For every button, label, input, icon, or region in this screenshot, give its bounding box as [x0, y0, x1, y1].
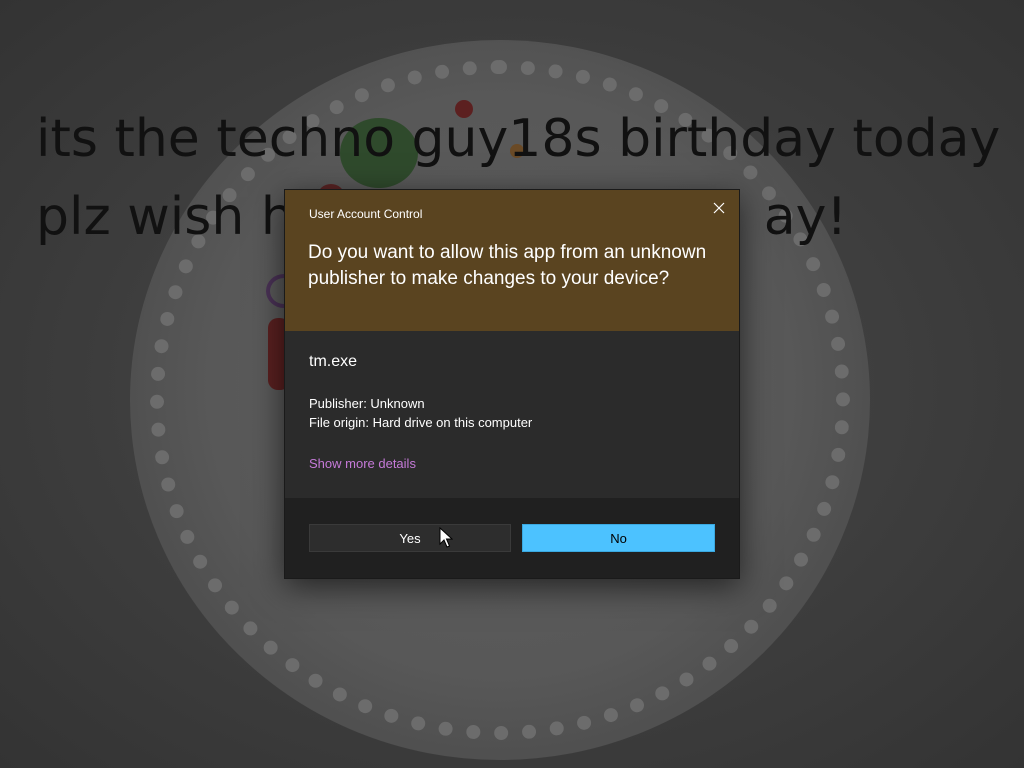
- birthday-message-line2-end: ay!: [763, 187, 848, 247]
- app-name: tm.exe: [309, 353, 358, 370]
- publisher-info: Publisher: Unknown: [309, 396, 425, 411]
- birthday-message-line1: its the techno guy18s birthday today: [36, 109, 1001, 169]
- close-icon: [713, 202, 725, 214]
- birthday-message-line2-start: plz wish h: [36, 187, 294, 247]
- yes-button[interactable]: Yes: [309, 524, 511, 552]
- dialog-title: User Account Control: [309, 207, 423, 221]
- close-button[interactable]: [707, 196, 731, 220]
- desktop-backdrop: its the techno guy18s birthday today plz…: [0, 0, 1024, 768]
- mouse-cursor-icon: [439, 527, 453, 548]
- uac-question: Do you want to allow this app from an un…: [308, 242, 707, 289]
- no-button[interactable]: No: [522, 524, 715, 552]
- uac-dialog: User Account Control Do you want to allo…: [284, 189, 740, 579]
- file-origin-info: File origin: Hard drive on this computer: [309, 415, 533, 430]
- show-more-details-link[interactable]: Show more details: [309, 456, 416, 471]
